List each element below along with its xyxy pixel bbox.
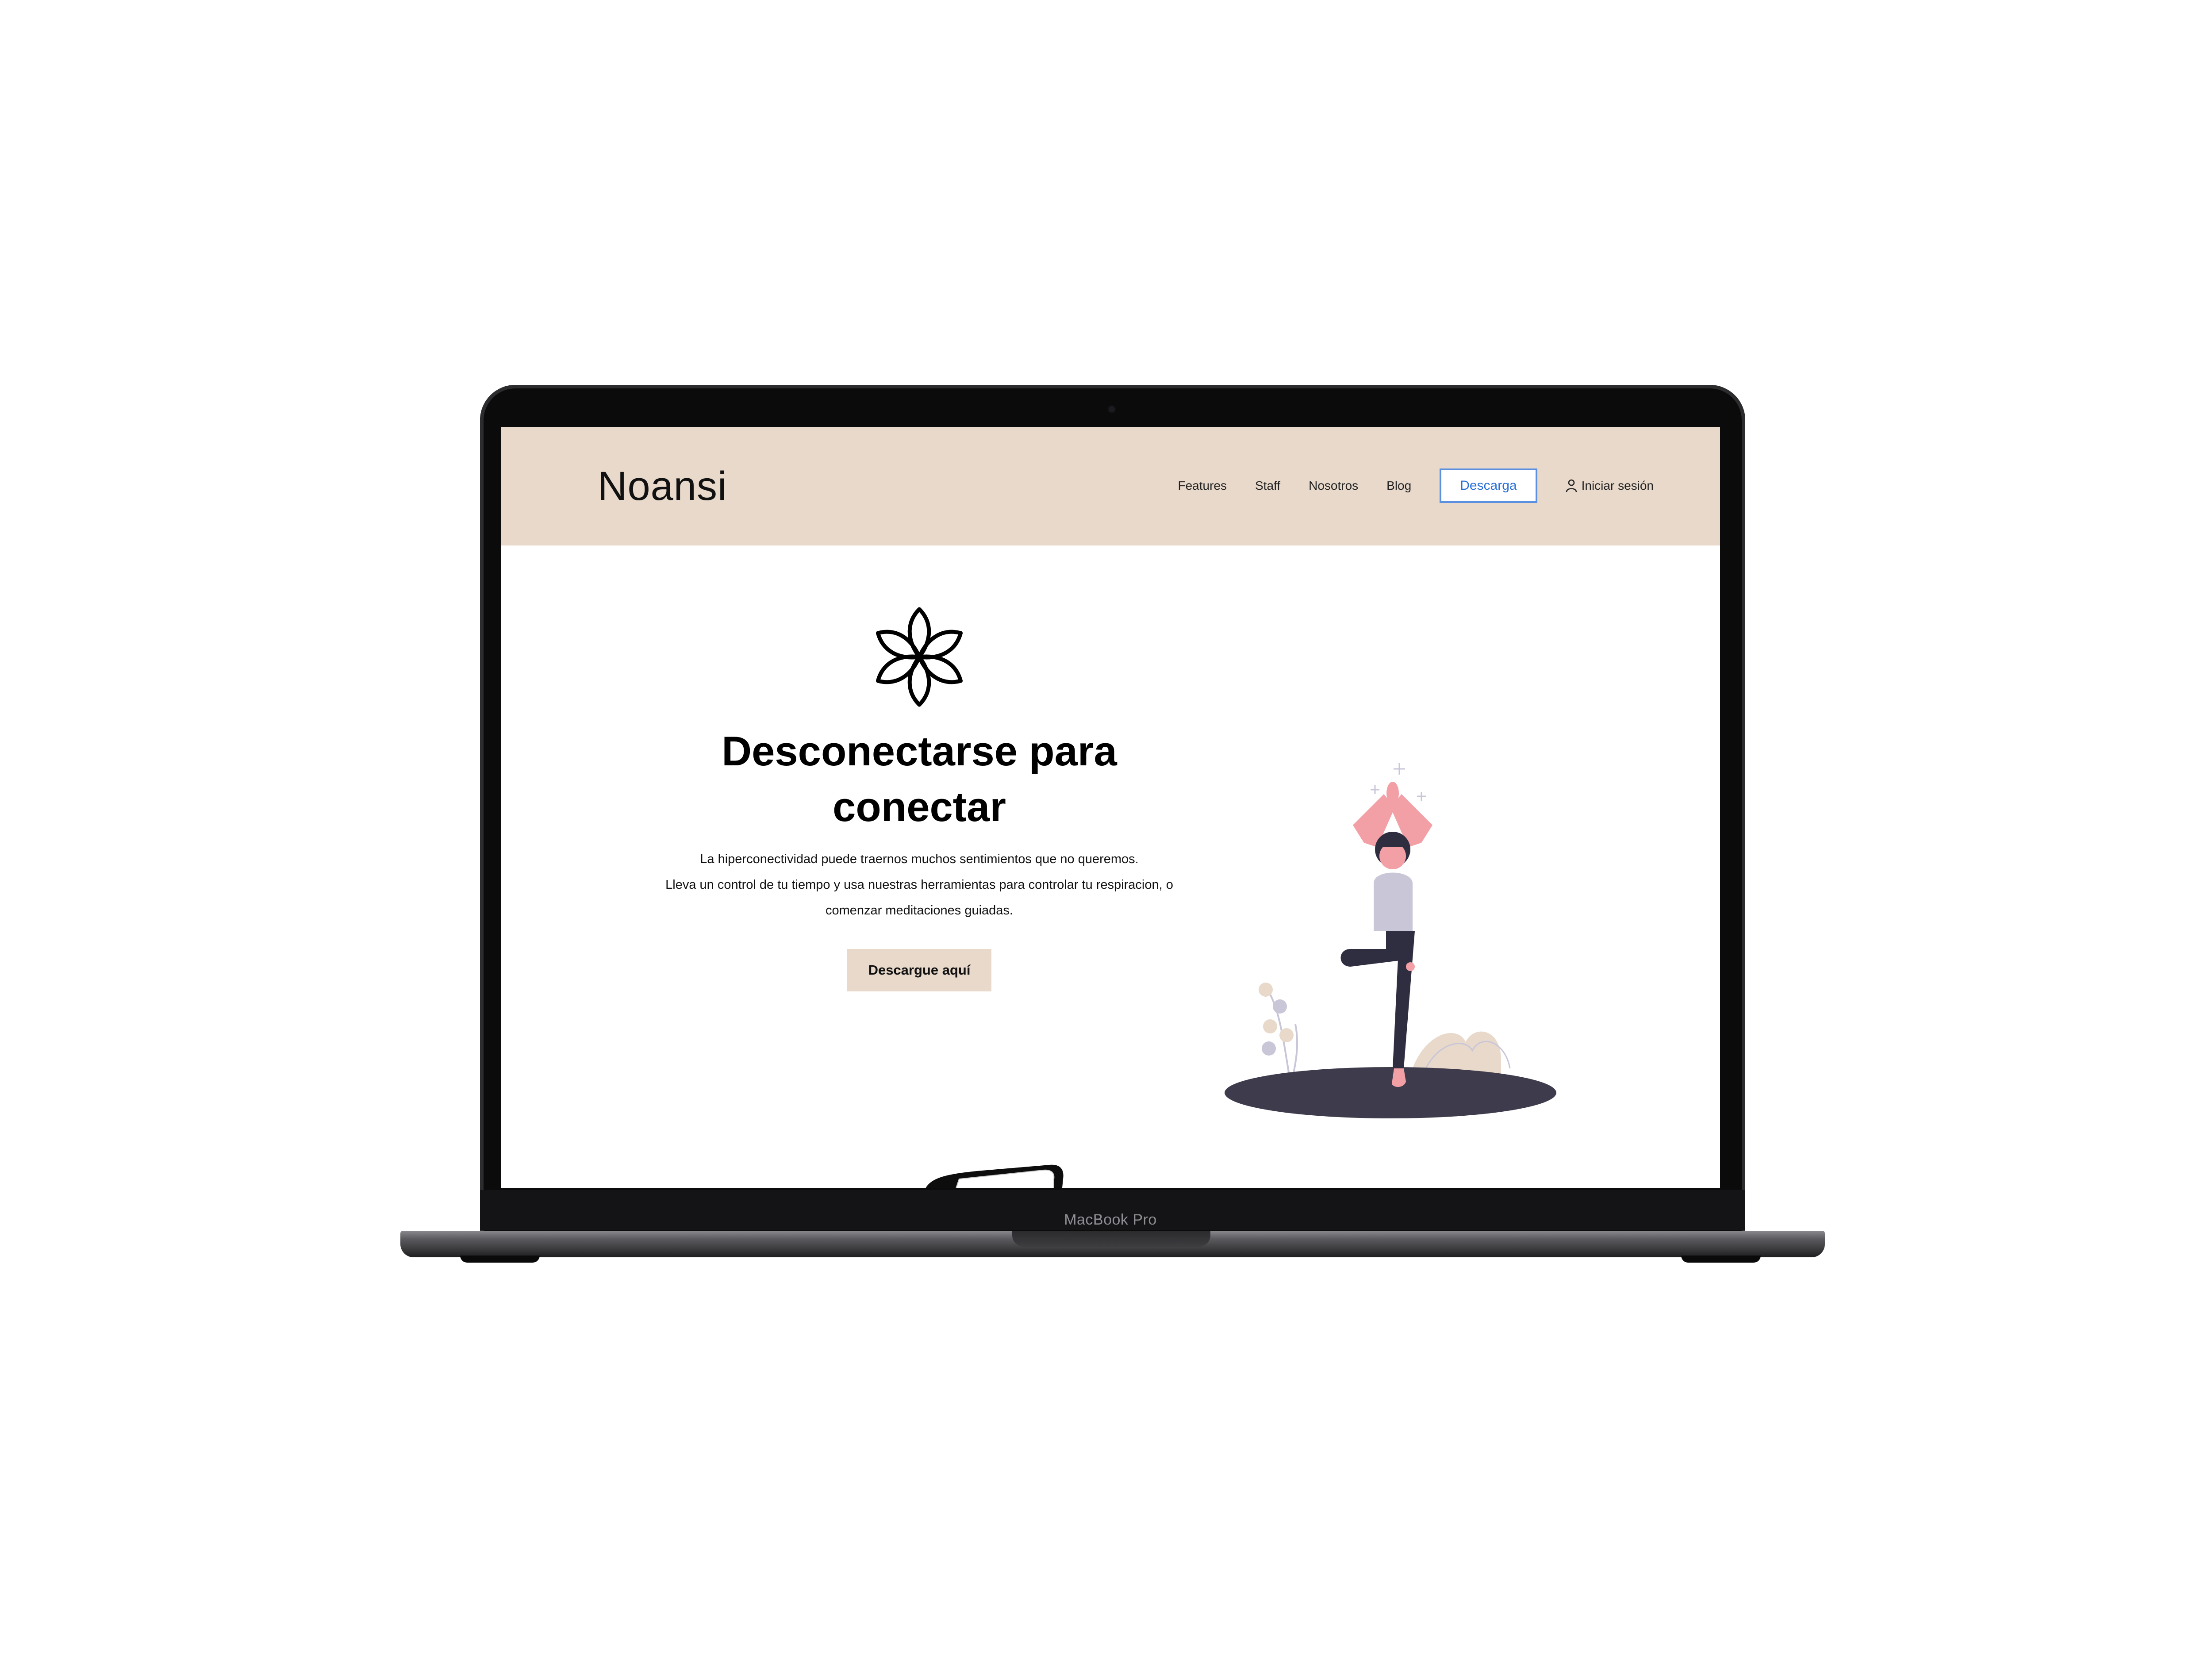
download-here-button[interactable]: Descargue aquí bbox=[847, 949, 992, 991]
nav-nosotros[interactable]: Nosotros bbox=[1309, 479, 1358, 493]
device-model-label: MacBook Pro bbox=[1064, 1211, 1157, 1228]
hero-desc-line: La hiperconectividad puede traernos much… bbox=[700, 852, 1139, 866]
laptop-screen: Noansi Features Staff Nosotros Blog Desc… bbox=[501, 427, 1720, 1188]
nav-features[interactable]: Features bbox=[1178, 479, 1227, 493]
laptop-foot bbox=[460, 1256, 540, 1263]
laptop-notch bbox=[1012, 1231, 1210, 1247]
hero-description: La hiperconectividad puede traernos much… bbox=[634, 846, 1205, 923]
nav-staff[interactable]: Staff bbox=[1255, 479, 1280, 493]
hero-title: Desconectarse para conectar bbox=[634, 723, 1205, 835]
main-nav: Features Staff Nosotros Blog Descarga In… bbox=[1178, 467, 1654, 505]
phone-preview-image bbox=[926, 1164, 1064, 1188]
camera-icon bbox=[1109, 406, 1115, 412]
laptop-foot bbox=[1681, 1256, 1761, 1263]
hero-desc-line: Lleva un control de tu tiempo y usa nues… bbox=[665, 878, 1173, 892]
yoga-woman-illustration bbox=[1225, 763, 1556, 1118]
nav-blog[interactable]: Blog bbox=[1386, 479, 1411, 493]
lotus-icon bbox=[876, 607, 963, 707]
user-icon bbox=[1566, 479, 1577, 492]
hero-desc-line: comenzar meditaciones guiadas. bbox=[826, 903, 1013, 918]
login-label: Iniciar sesión bbox=[1581, 479, 1654, 492]
hero-section: Desconectarse para conectar La hipercone… bbox=[634, 604, 1205, 991]
hero-title-line: conectar bbox=[833, 783, 1006, 830]
login-link[interactable]: Iniciar sesión bbox=[1566, 479, 1654, 493]
site-header: Noansi Features Staff Nosotros Blog Desc… bbox=[501, 427, 1720, 545]
site-logo[interactable]: Noansi bbox=[598, 463, 727, 510]
hero-title-line: Desconectarse para bbox=[722, 728, 1117, 774]
download-nav-button[interactable]: Descarga bbox=[1440, 469, 1537, 503]
